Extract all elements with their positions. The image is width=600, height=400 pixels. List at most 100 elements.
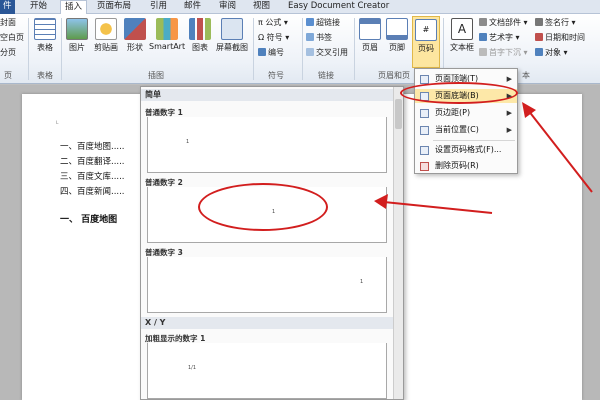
cursor-mark: ˪ xyxy=(56,117,59,127)
page-number-gallery: 简单 普通数字 1 1 普通数字 2 1 普通数字 3 1 X / Y 加粗显示… xyxy=(140,86,404,400)
submenu-arrow-icon: ▶ xyxy=(506,109,512,117)
shapes-icon xyxy=(124,18,146,40)
group-label-text: 本 xyxy=(522,71,530,80)
bookmark-button[interactable]: 书签 xyxy=(306,32,332,43)
number-icon xyxy=(258,48,266,56)
remove-page-number-icon xyxy=(420,162,429,171)
page-margin-icon xyxy=(420,109,429,118)
textbox-icon: A xyxy=(451,18,473,40)
group-divider xyxy=(253,18,254,80)
cross-reference-button[interactable]: 交叉引用 xyxy=(306,47,348,58)
submenu-arrow-icon: ▶ xyxy=(506,126,512,134)
annotation-oval-gallery xyxy=(198,183,328,231)
tab-home[interactable]: 开始 xyxy=(30,0,47,14)
document-parts-button[interactable]: 文档部件 ▾ xyxy=(479,17,528,28)
page-break-button[interactable]: 分页 xyxy=(0,47,16,58)
bookmark-icon xyxy=(306,33,314,41)
page-number-preview: 1/1 xyxy=(188,365,197,371)
menu-item-current-position[interactable]: 当前位置(C) ▶ xyxy=(415,123,517,137)
table-icon xyxy=(34,18,56,40)
toc-line[interactable]: 四、百度新闻..... xyxy=(60,185,125,197)
tab-mailings[interactable]: 邮件 xyxy=(184,0,201,14)
menu-item-page-margins[interactable]: 页边距(P) ▶ xyxy=(415,106,517,120)
page-number-preview: 1 xyxy=(186,139,190,145)
tab-review[interactable]: 审阅 xyxy=(219,0,236,14)
gallery-scrollbar[interactable] xyxy=(393,87,403,399)
menu-item-format-page-numbers[interactable]: 设置页码格式(F)... xyxy=(415,143,517,157)
object-button[interactable]: 对象 ▾ xyxy=(535,47,568,58)
toc-line[interactable]: 一、百度地图..... xyxy=(60,140,125,152)
picture-button[interactable]: 图片 xyxy=(64,18,90,53)
tab-easy-document-creator[interactable]: Easy Document Creator xyxy=(288,0,389,14)
submenu-arrow-icon: ▶ xyxy=(506,75,512,83)
tab-file[interactable]: 件 xyxy=(0,0,15,14)
group-label-illustrations: 插图 xyxy=(148,71,164,80)
tab-page-layout[interactable]: 页面布局 xyxy=(97,0,131,14)
formula-button[interactable]: π 公式 ▾ xyxy=(258,17,288,28)
scrollbar-thumb[interactable] xyxy=(395,99,402,129)
menu-item-remove-page-numbers[interactable]: 删除页码(R) xyxy=(415,159,517,173)
date-time-button[interactable]: 日期和时间 xyxy=(535,32,585,43)
dropcap-icon xyxy=(479,48,487,56)
chart-button[interactable]: 图表 xyxy=(188,18,212,53)
smartart-button[interactable]: SmartArt xyxy=(149,18,185,51)
shapes-button[interactable]: 形状 xyxy=(123,18,147,53)
gallery-section-simple: 简单 xyxy=(141,89,403,101)
group-label-pages: 页 xyxy=(4,71,12,80)
smartart-icon xyxy=(156,18,178,40)
toc-line[interactable]: 三、百度文库..... xyxy=(60,170,125,182)
group-divider xyxy=(302,18,303,80)
symbol-button[interactable]: Ω 符号 ▾ xyxy=(258,32,289,43)
numbering-button[interactable]: 编号 xyxy=(258,47,284,58)
ribbon-tab-bar: 件 开始 插入 页面布局 引用 邮件 审阅 视图 Easy Document C… xyxy=(0,0,600,15)
clipart-icon xyxy=(95,18,117,40)
group-label-header-footer: 页眉和页 xyxy=(378,71,410,80)
pi-icon: π xyxy=(258,18,263,27)
tab-view[interactable]: 视图 xyxy=(253,0,270,14)
footer-button[interactable]: 页脚 xyxy=(385,18,409,53)
toc-line[interactable]: 二、百度翻译..... xyxy=(60,155,125,167)
group-divider xyxy=(354,18,355,80)
dropcap-button[interactable]: 首字下沉 ▾ xyxy=(479,47,528,58)
textbox-button[interactable]: A 文本框 xyxy=(447,18,477,53)
gallery-item-plain-number-1[interactable]: 1 xyxy=(147,117,387,173)
chart-icon xyxy=(189,18,211,40)
object-icon xyxy=(535,48,543,56)
header-icon xyxy=(359,18,381,40)
gallery-item-plain-number-3[interactable]: 1 xyxy=(147,257,387,313)
table-button[interactable]: 表格 xyxy=(33,18,57,53)
group-label-symbols: 符号 xyxy=(268,71,284,80)
tab-insert[interactable]: 插入 xyxy=(60,0,88,15)
page-number-preview: 1 xyxy=(360,279,364,285)
menu-separator xyxy=(433,140,515,141)
hyperlink-icon xyxy=(306,18,314,26)
current-position-icon xyxy=(420,126,429,135)
page-number-button[interactable]: # 页码 xyxy=(412,16,440,68)
group-label-links: 链接 xyxy=(318,71,334,80)
screenshot-button[interactable]: 屏幕截图 xyxy=(214,18,250,53)
document-parts-icon xyxy=(479,18,487,26)
blank-page-button[interactable]: 空白页 xyxy=(0,32,24,43)
document-heading[interactable]: 一、 百度地图 xyxy=(60,212,117,225)
signature-icon xyxy=(535,18,543,26)
hyperlink-button[interactable]: 超链接 xyxy=(306,17,340,28)
wordart-icon xyxy=(479,33,487,41)
screenshot-icon xyxy=(221,18,243,40)
group-label-tables: 表格 xyxy=(37,71,53,80)
group-divider xyxy=(28,18,29,80)
cross-reference-icon xyxy=(306,48,314,56)
signature-line-button[interactable]: 签名行 ▾ xyxy=(535,17,576,28)
omega-icon: Ω xyxy=(258,33,265,42)
cover-page-button[interactable]: 封面 xyxy=(0,17,16,28)
tab-references[interactable]: 引用 xyxy=(150,0,167,14)
group-divider xyxy=(61,18,62,80)
clipart-button[interactable]: 剪贴画 xyxy=(92,18,120,53)
calendar-icon xyxy=(535,33,543,41)
wordart-button[interactable]: 艺术字 ▾ xyxy=(479,32,520,43)
gallery-item-bold-number-1[interactable]: 1/1 xyxy=(147,343,387,399)
page-number-icon: # xyxy=(415,19,437,41)
annotation-oval-menu xyxy=(400,82,518,104)
picture-icon xyxy=(66,18,88,40)
gallery-section-xy: X / Y xyxy=(141,317,403,329)
header-button[interactable]: 页眉 xyxy=(358,18,382,53)
